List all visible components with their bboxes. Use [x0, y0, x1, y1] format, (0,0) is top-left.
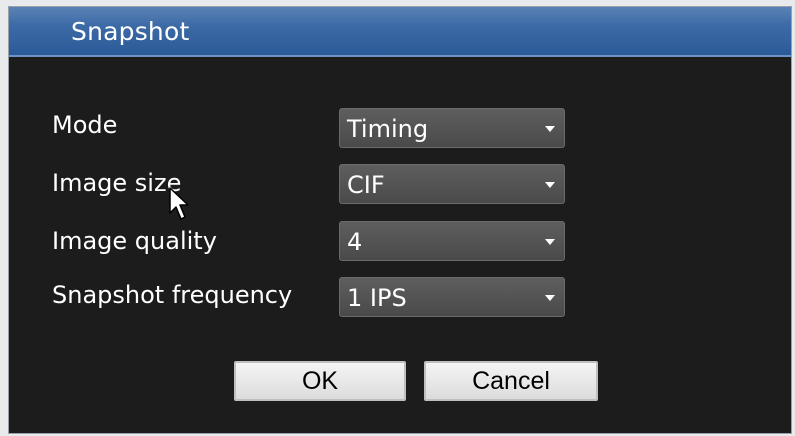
dialog-titlebar[interactable]: Snapshot — [9, 7, 791, 57]
mode-select-value: Timing — [347, 115, 429, 143]
cancel-button[interactable]: Cancel — [424, 361, 598, 401]
image-size-label: Image size — [52, 169, 182, 197]
dialog-title: Snapshot — [71, 17, 190, 46]
mouse-pointer-icon — [169, 187, 189, 220]
image-size-select[interactable]: CIF — [339, 164, 565, 204]
snapshot-frequency-label: Snapshot frequency — [52, 281, 293, 309]
ok-button[interactable]: OK — [234, 361, 406, 401]
snapshot-dialog: Snapshot Mode Timing Image size CIF Imag… — [8, 6, 792, 434]
mode-select[interactable]: Timing — [339, 108, 565, 148]
snapshot-frequency-select[interactable]: 1 IPS — [339, 277, 565, 317]
image-quality-label: Image quality — [52, 227, 217, 255]
snapshot-frequency-select-value: 1 IPS — [347, 284, 407, 312]
image-size-select-value: CIF — [347, 171, 385, 199]
chevron-down-icon — [545, 182, 555, 188]
chevron-down-icon — [545, 239, 555, 245]
image-quality-select-value: 4 — [347, 228, 363, 256]
chevron-down-icon — [545, 295, 555, 301]
image-quality-select[interactable]: 4 — [339, 221, 565, 261]
chevron-down-icon — [545, 126, 555, 132]
mode-label: Mode — [52, 111, 118, 139]
